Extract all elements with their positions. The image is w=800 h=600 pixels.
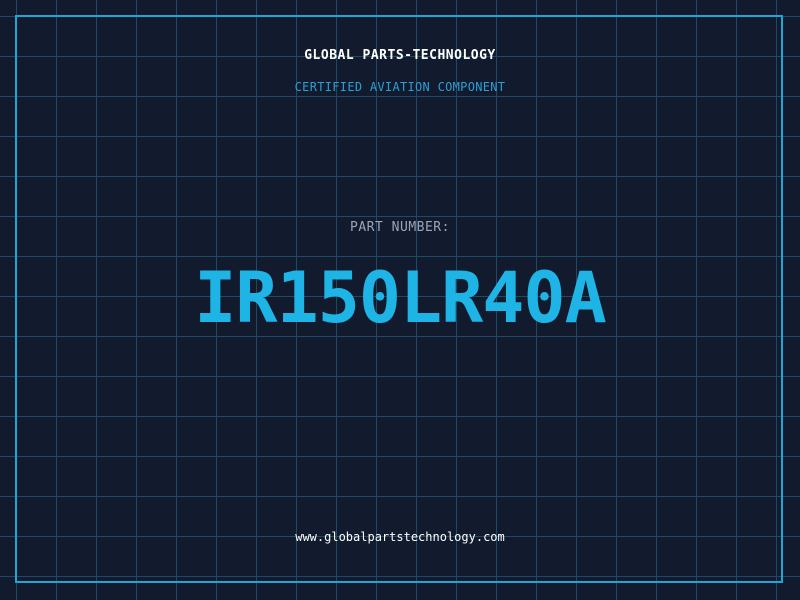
certification-tagline: CERTIFIED AVIATION COMPONENT (294, 80, 506, 94)
part-number-label: PART NUMBER: (350, 220, 450, 235)
website-url: www.globalpartstechnology.com (295, 530, 505, 544)
company-name: GLOBAL PARTS-TECHNOLOGY (304, 48, 496, 63)
part-number-value: IR150LR40A (194, 257, 606, 339)
part-label-card: GLOBAL PARTS-TECHNOLOGY CERTIFIED AVIATI… (0, 0, 800, 600)
